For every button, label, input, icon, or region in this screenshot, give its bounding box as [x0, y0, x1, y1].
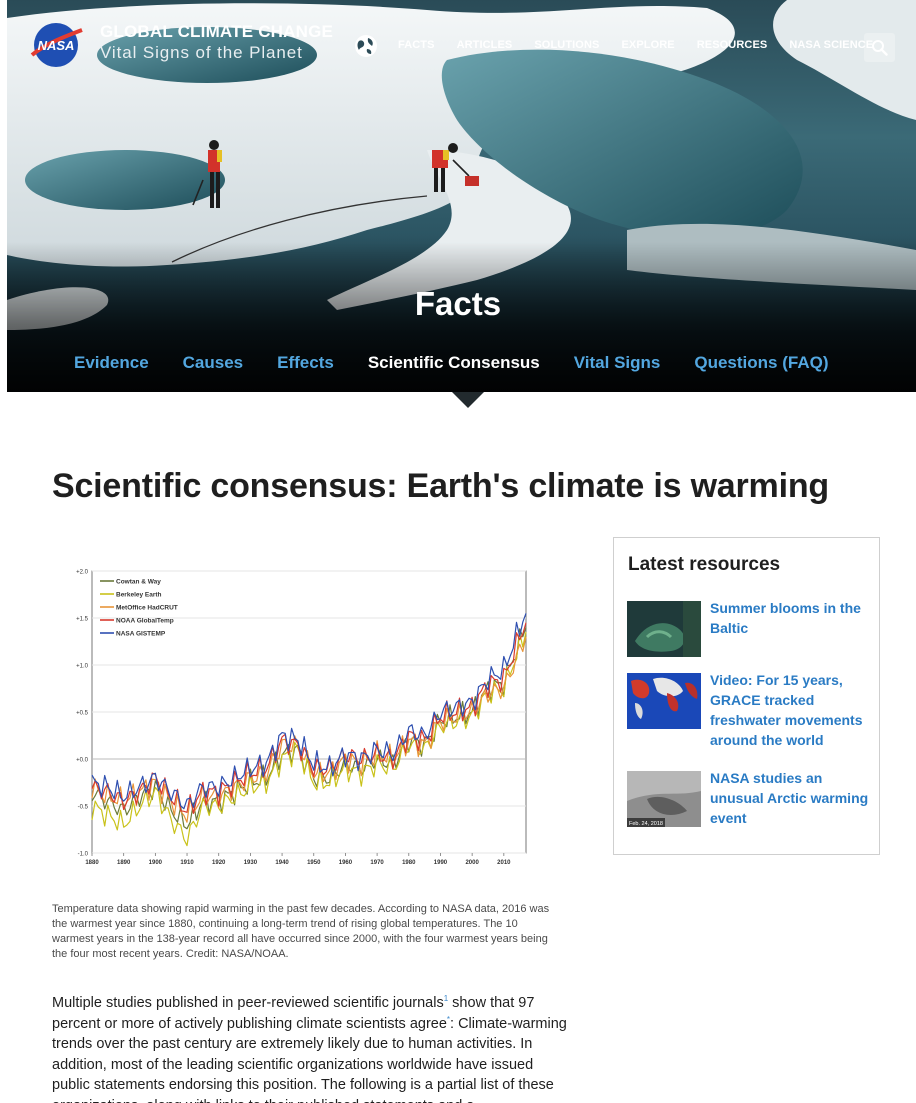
x-tick-label: 1940 — [275, 860, 289, 866]
resource-thumbnail-arctic[interactable]: Feb. 24, 2018 — [627, 771, 701, 827]
x-tick-label: 1960 — [339, 860, 353, 866]
x-tick-label: 1920 — [212, 860, 226, 866]
chart-caption: Temperature data showing rapid warming i… — [52, 903, 550, 960]
page-title: Scientific consensus: Earth's climate is… — [52, 467, 829, 505]
nav-facts[interactable]: FACTS — [398, 39, 435, 51]
body-paragraph: Multiple studies published in peer-revie… — [52, 993, 572, 1103]
resource-link[interactable]: Video: For 15 years, GRACE tracked fresh… — [710, 670, 872, 750]
thumbnail-date-label: Feb. 24, 2018 — [629, 821, 663, 827]
legend-label: MetOffice HadCRUT — [116, 605, 178, 612]
logo-wordmark: NASA — [38, 38, 75, 53]
resource-link[interactable]: NASA studies an unusual Arctic warming e… — [710, 768, 872, 828]
y-tick-label: -1.0 — [78, 852, 89, 858]
search-icon — [872, 40, 888, 56]
nav-resources[interactable]: RESOURCES — [697, 39, 768, 51]
resource-item[interactable]: Summer blooms in the Baltic — [627, 598, 872, 657]
nav-nasa-science[interactable]: NASA SCIENCE — [789, 39, 873, 51]
x-tick-label: 1890 — [117, 860, 131, 866]
globe-icon[interactable] — [353, 33, 379, 59]
nav-articles[interactable]: ARTICLES — [457, 39, 513, 51]
resource-item[interactable]: Video: For 15 years, GRACE tracked fresh… — [627, 670, 872, 750]
tab-evidence[interactable]: Evidence — [74, 353, 149, 373]
temperature-chart-svg: +2.0 +1.5 +1.0 +0.5 +0.0 -0.5 -1.0 1880 1890 1900… — [76, 570, 527, 866]
resource-item[interactable]: Feb. 24, 2018 NASA studies an unusual Ar… — [627, 768, 872, 828]
x-tick-label: 1910 — [180, 860, 194, 866]
resource-thumbnail-baltic[interactable] — [627, 601, 701, 657]
legend-label: Cowtan & Way — [116, 579, 161, 586]
latest-resources-panel: Latest resources Summer blooms in the Ba… — [613, 537, 880, 855]
tab-causes[interactable]: Causes — [183, 353, 243, 373]
tab-questions-faq[interactable]: Questions (FAQ) — [694, 353, 828, 373]
temperature-chart: +2.0 +1.5 +1.0 +0.5 +0.0 -0.5 -1.0 1880 1890 1900… — [58, 563, 538, 878]
y-tick-label: +2.0 — [76, 570, 89, 576]
y-tick-label: +1.0 — [76, 664, 89, 670]
y-tick-label: -0.5 — [78, 805, 89, 811]
x-tick-label: 1930 — [244, 860, 258, 866]
search-button[interactable] — [864, 33, 895, 62]
nav-explore[interactable]: EXPLORE — [621, 39, 674, 51]
brand-title[interactable]: GLOBAL CLIMATE CHANGE — [100, 22, 333, 42]
resource-thumbnail-grace[interactable] — [627, 673, 701, 729]
top-navigation: FACTS ARTICLES SOLUTIONS EXPLORE RESOURC… — [398, 39, 895, 51]
section-tabs: Evidence Causes Effects Scientific Conse… — [74, 353, 863, 373]
brand-subtitle[interactable]: Vital Signs of the Planet — [100, 43, 303, 63]
y-tick-label: +0.5 — [76, 711, 89, 717]
active-tab-pointer — [452, 392, 484, 408]
x-tick-label: 1990 — [434, 860, 448, 866]
nasa-logo[interactable]: NASA — [30, 22, 84, 68]
x-tick-label: 1880 — [85, 860, 99, 866]
site-header: NASA GLOBAL CLIMATE CHANGE Vital Signs o… — [0, 0, 916, 80]
legend-label: NOAA GlobalTemp — [116, 618, 174, 625]
x-tick-label: 1950 — [307, 860, 321, 866]
nav-solutions[interactable]: SOLUTIONS — [534, 39, 599, 51]
tab-effects[interactable]: Effects — [277, 353, 334, 373]
tab-scientific-consensus[interactable]: Scientific Consensus — [368, 353, 540, 373]
legend-label: NASA GISTEMP — [116, 631, 166, 638]
x-tick-label: 1970 — [370, 860, 384, 866]
latest-resources-title: Latest resources — [628, 554, 781, 575]
body-text-part-1: Multiple studies published in peer-revie… — [52, 995, 444, 1011]
legend-label: Berkeley Earth — [116, 592, 162, 599]
x-tick-label: 2000 — [465, 860, 479, 866]
x-tick-label: 1980 — [402, 860, 416, 866]
resource-link[interactable]: Summer blooms in the Baltic — [710, 598, 872, 657]
x-tick-label: 2010 — [497, 860, 511, 866]
x-tick-label: 1900 — [149, 860, 163, 866]
hero-title: Facts — [414, 285, 502, 322]
y-tick-label: +0.0 — [76, 758, 89, 764]
tab-vital-signs[interactable]: Vital Signs — [574, 353, 661, 373]
y-tick-label: +1.5 — [76, 617, 89, 623]
